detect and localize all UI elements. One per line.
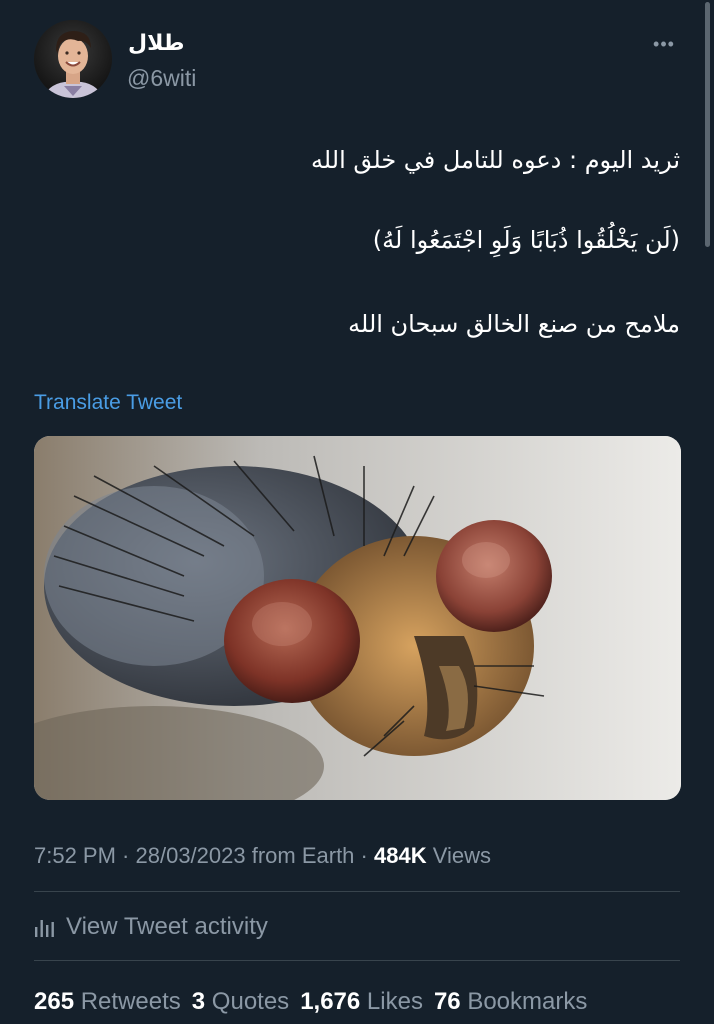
quotes-count: 3: [191, 988, 206, 1015]
tweet-header: طلال @6witi •••: [34, 20, 680, 100]
likes-count: 1,676: [300, 988, 361, 1015]
author-handle[interactable]: @6witi: [127, 65, 196, 92]
tweet-meta: 7:52 PM · 28/03/2023 from Earth · 484K V…: [34, 843, 491, 869]
analytics-icon: [35, 920, 54, 937]
views-label: Views: [426, 843, 491, 868]
retweets-count: 265: [34, 988, 75, 1015]
retweets-label: Retweets: [80, 988, 181, 1015]
tweet-text-line-2: (لَن يَخْلُقُوا ذُبَابًا وَلَوِ اجْتَمَع…: [372, 226, 680, 254]
likes-stat[interactable]: 1,676 Likes: [300, 988, 423, 1015]
quotes-label: Quotes: [211, 988, 290, 1015]
more-options-button[interactable]: •••: [650, 34, 678, 54]
avatar[interactable]: [34, 20, 112, 98]
tweet-text-line-3: ملامح من صنع الخالق سبحان الله: [348, 310, 680, 338]
retweets-stat[interactable]: 265 Retweets: [34, 988, 181, 1015]
tweet-text-line-1: ثريد اليوم : دعوه للتامل في خلق الله: [310, 146, 680, 174]
tweet-source: from Earth: [245, 843, 355, 868]
view-tweet-activity-button[interactable]: View Tweet activity: [34, 912, 268, 942]
bookmarks-label: Bookmarks: [467, 988, 588, 1015]
view-tweet-activity-label: View Tweet activity: [66, 913, 268, 940]
quotes-stat[interactable]: 3 Quotes: [192, 988, 289, 1015]
bookmarks-count: 76: [433, 988, 461, 1015]
views-count: 484K: [373, 843, 427, 868]
meta-separator: ·: [115, 843, 136, 868]
scrollbar[interactable]: [705, 2, 710, 247]
tweet-stats: 265 Retweets 3 Quotes 1,676 Likes 76 Bookma…: [34, 988, 598, 1016]
author-display-name[interactable]: طلال: [128, 30, 185, 56]
divider: [34, 960, 680, 961]
divider: [34, 891, 680, 892]
bookmarks-stat[interactable]: 76 Bookmarks: [434, 988, 587, 1015]
meta-separator: ·: [354, 843, 374, 868]
tweet-time[interactable]: 7:52 PM: [34, 843, 116, 868]
likes-label: Likes: [366, 988, 423, 1015]
tweet-media-image[interactable]: [34, 436, 681, 800]
tweet-date[interactable]: 28/03/2023: [136, 843, 246, 868]
translate-tweet-link[interactable]: Translate Tweet: [34, 391, 182, 415]
